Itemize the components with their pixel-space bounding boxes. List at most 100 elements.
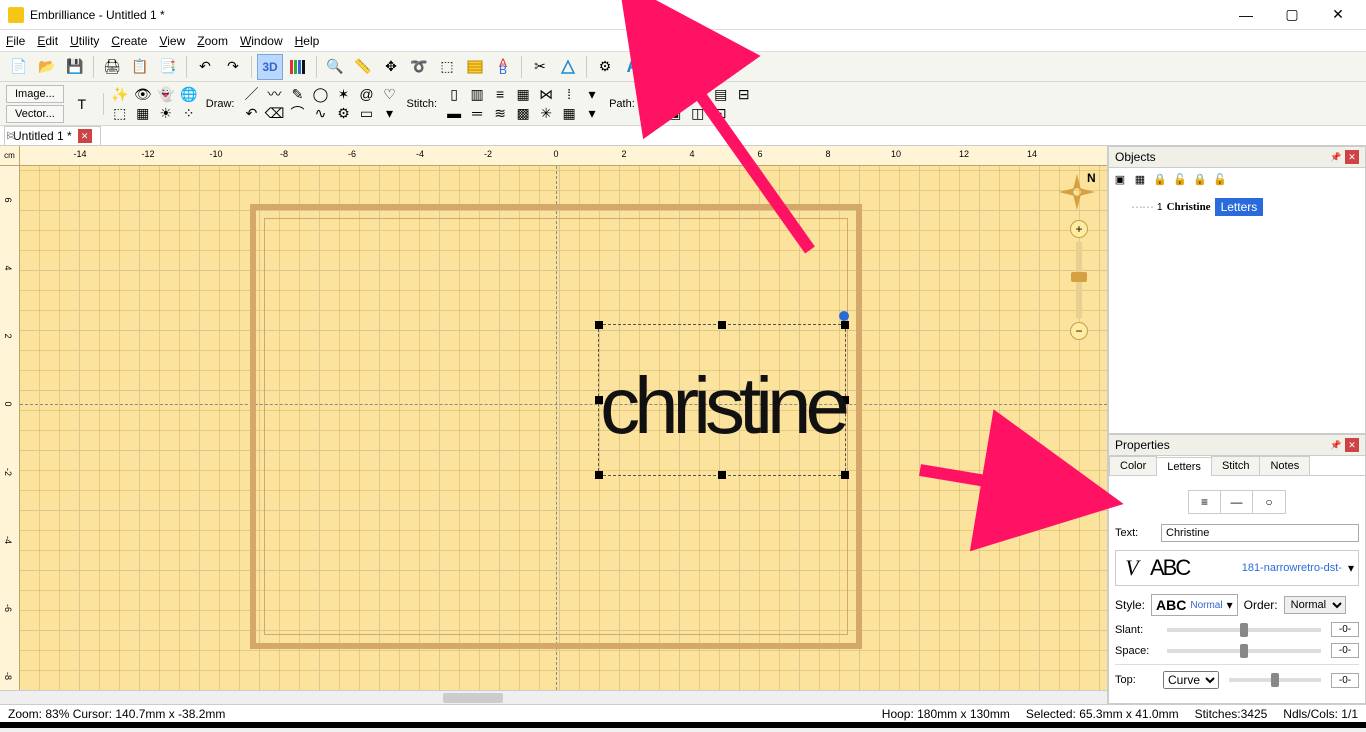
maximize-button[interactable]: ▢ <box>1278 3 1306 27</box>
panel-pin-icon[interactable]: 📌 <box>1329 438 1343 452</box>
stitch-10[interactable]: ≋ <box>489 104 511 122</box>
align-left-button[interactable]: ≡ <box>1189 491 1221 513</box>
redo-button[interactable]: ↷ <box>220 54 246 80</box>
text-tool-button[interactable]: T <box>66 86 98 122</box>
path-7[interactable]: ▣ <box>664 104 686 122</box>
stitch-1[interactable]: ▯ <box>443 85 465 103</box>
rect-tool[interactable]: ▭ <box>355 104 377 122</box>
path-8[interactable]: ◫ <box>687 104 709 122</box>
path-1[interactable]: ✂ <box>641 85 663 103</box>
resize-handle-tl[interactable] <box>595 321 603 329</box>
publish-button[interactable]: 🗄 <box>648 54 674 80</box>
path-3[interactable]: ◫ <box>687 85 709 103</box>
obj-tool-1[interactable]: ▣ <box>1111 170 1129 188</box>
path-9[interactable]: ⊡ <box>710 104 732 122</box>
dots-icon[interactable]: ⁘ <box>178 104 200 122</box>
freehand-tool[interactable]: ✎ <box>286 85 308 103</box>
tab-stitch[interactable]: Stitch <box>1211 456 1261 475</box>
arc-tool[interactable]: ⌒ <box>286 104 308 122</box>
magic-wand-icon[interactable]: ✨ <box>109 85 131 103</box>
path-5[interactable]: ⊟ <box>733 85 755 103</box>
copy-button[interactable]: 📋 <box>127 54 153 80</box>
star-tool[interactable]: ✶ <box>332 85 354 103</box>
panel-close-icon[interactable]: ✕ <box>1345 438 1359 452</box>
menu-file[interactable]: File <box>6 34 25 48</box>
top-select[interactable]: Curve <box>1163 671 1219 689</box>
grid-icon[interactable]: ▦ <box>132 104 154 122</box>
obj-lock-3[interactable]: 🔒 <box>1191 170 1209 188</box>
stitch-12[interactable]: ✳ <box>535 104 557 122</box>
outline-button[interactable] <box>555 54 581 80</box>
resize-handle-bl[interactable] <box>595 471 603 479</box>
ghost-icon[interactable]: 👻 <box>155 85 177 103</box>
stitch-14[interactable]: ▾ <box>581 104 603 122</box>
menu-edit[interactable]: Edit <box>37 34 58 48</box>
crop-icon[interactable]: ⬚ <box>109 104 131 122</box>
gear-tool[interactable]: ⚙ <box>332 104 354 122</box>
curve-tool[interactable]: 〰 <box>263 85 285 103</box>
tab-close-icon[interactable]: ✕ <box>78 129 92 143</box>
obj-lock-1[interactable]: 🔒 <box>1151 170 1169 188</box>
wave-tool[interactable]: ∿ <box>309 104 331 122</box>
color-bars-button[interactable] <box>285 54 311 80</box>
rect-dd-tool[interactable]: ▾ <box>378 104 400 122</box>
align-center-button[interactable]: — <box>1221 491 1253 513</box>
resize-handle-bm[interactable] <box>718 471 726 479</box>
text-object-selected[interactable]: christine <box>598 324 846 476</box>
path-2[interactable]: ▣ <box>664 85 686 103</box>
letters-button[interactable]: AB <box>490 54 516 80</box>
canvas[interactable]: christine N + − <box>20 166 1107 690</box>
sun-icon[interactable]: ☀ <box>155 104 177 122</box>
stitch-8[interactable]: ▬ <box>443 104 465 122</box>
stitch-4[interactable]: ▦ <box>512 85 534 103</box>
undo-draw[interactable]: ↶ <box>240 104 262 122</box>
eraser-tool[interactable]: ⌫ <box>263 104 285 122</box>
save-button[interactable]: 💾 <box>62 54 88 80</box>
path-4[interactable]: ▤ <box>710 85 732 103</box>
resize-handle-tr[interactable] <box>841 321 849 329</box>
menu-utility[interactable]: Utility <box>70 34 99 48</box>
top-slider[interactable] <box>1229 678 1321 682</box>
library-button[interactable] <box>462 54 488 80</box>
zoom-slider[interactable]: + − <box>1069 220 1089 340</box>
line-tool[interactable]: ／ <box>240 85 262 103</box>
menu-zoom[interactable]: Zoom <box>197 34 228 48</box>
tab-notes[interactable]: Notes <box>1259 456 1310 475</box>
paste-button[interactable]: 📑 <box>155 54 181 80</box>
close-button[interactable]: ✕ <box>1324 3 1352 27</box>
panel-pin-icon[interactable]: 📌 <box>1329 150 1343 164</box>
path-10[interactable] <box>733 104 755 122</box>
rotate-handle[interactable] <box>839 311 849 321</box>
font-dropdown-icon[interactable]: ▾ <box>1348 561 1354 575</box>
menu-help[interactable]: Help <box>295 34 320 48</box>
object-item[interactable]: ⋯⋯ 1 Christine Letters <box>1113 196 1361 218</box>
zoom-out-button[interactable]: − <box>1070 322 1088 340</box>
align-circle-button[interactable]: ○ <box>1253 491 1285 513</box>
zoom-in-button[interactable]: + <box>1070 220 1088 238</box>
pan-button[interactable]: ✥ <box>378 54 404 80</box>
canvas-area[interactable]: cm -14 -12 -10 -8 -6 -4 -2 0 2 4 6 8 10 … <box>0 146 1108 704</box>
menu-create[interactable]: Create <box>111 34 147 48</box>
menu-window[interactable]: Window <box>240 34 283 48</box>
undo-button[interactable]: ↶ <box>192 54 218 80</box>
measure-button[interactable]: 📏 <box>350 54 376 80</box>
stitch-edit-button[interactable]: ✂ <box>527 54 553 80</box>
objects-tree[interactable]: ⋯⋯ 1 Christine Letters <box>1109 190 1365 224</box>
select-button[interactable]: ➰ <box>406 54 432 80</box>
spiral-tool[interactable]: @ <box>355 85 377 103</box>
vector-button[interactable]: Vector... <box>6 105 64 123</box>
resize-handle-tm[interactable] <box>718 321 726 329</box>
style-select[interactable]: ABC Normal ▾ <box>1151 594 1238 616</box>
obj-lock-2[interactable]: 🔓 <box>1171 170 1189 188</box>
heart-tool[interactable]: ♡ <box>378 85 400 103</box>
image-button[interactable]: Image... <box>6 85 64 103</box>
menu-view[interactable]: View <box>159 34 185 48</box>
ellipse-tool[interactable]: ◯ <box>309 85 331 103</box>
preferences-button[interactable]: ⚙ <box>592 54 618 80</box>
stitch-11[interactable]: ▩ <box>512 104 534 122</box>
slant-slider[interactable] <box>1167 628 1321 632</box>
document-tab[interactable]: Untitled 1 * ✕ <box>4 126 101 145</box>
tab-letters[interactable]: Letters <box>1156 457 1212 476</box>
open-button[interactable]: 📂 <box>34 54 60 80</box>
zoom-slider-thumb[interactable] <box>1071 272 1087 282</box>
